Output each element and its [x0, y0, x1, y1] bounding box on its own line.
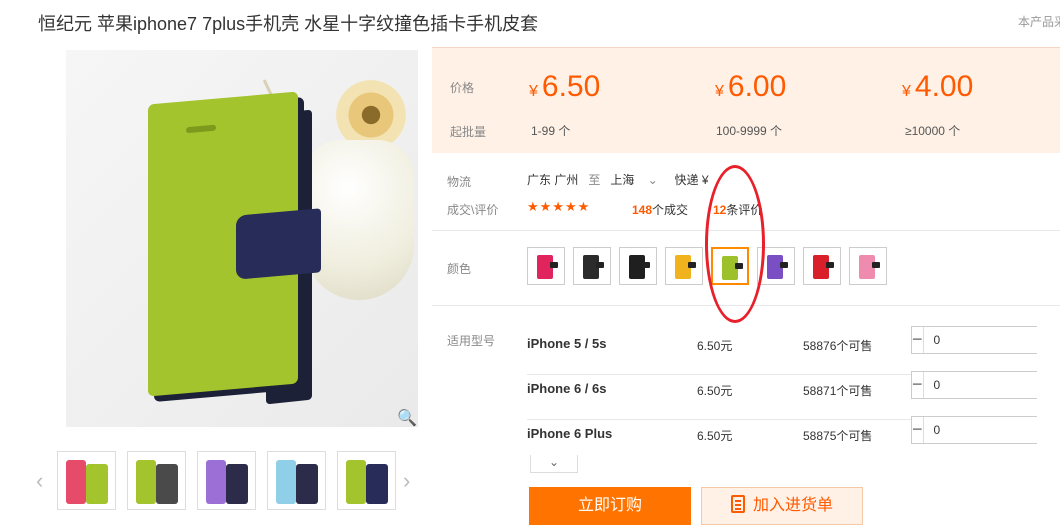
model-stock: 58871个可售	[803, 384, 873, 398]
thumbnail-case	[66, 460, 86, 504]
expand-models-button[interactable]: ⌄	[530, 455, 578, 473]
swatch-strap	[872, 262, 880, 268]
thumbnail-case	[276, 460, 296, 504]
swatch-strap	[550, 262, 558, 268]
qty-tier-2: 100-9999 个	[716, 124, 783, 138]
product-title: 恒纪元 苹果iphone7 7plus手机壳 水星十字纹撞色插卡手机皮套	[38, 14, 539, 34]
color-swatch[interactable]	[527, 247, 565, 285]
qty-tier-3: ≥10000 个	[905, 124, 961, 138]
divider	[432, 305, 1060, 306]
minus-icon[interactable]: −	[912, 327, 924, 353]
zoom-icon[interactable]: 🔍	[397, 408, 417, 428]
color-swatch[interactable]	[803, 247, 841, 285]
review-count[interactable]: 12条评价	[713, 201, 762, 218]
price-panel: 价格 起批量 ¥6.50 ¥6.00 ¥4.00 1-99 个 100-9999…	[432, 47, 1060, 153]
quantity-stepper[interactable]: −+	[911, 416, 1060, 444]
swatch-strap	[642, 262, 650, 268]
corner-note: 本产品采	[1018, 15, 1060, 29]
quantity-input[interactable]	[923, 372, 1060, 398]
thumbnail[interactable]	[127, 451, 186, 510]
color-swatch[interactable]	[573, 247, 611, 285]
thumbnail[interactable]	[337, 451, 396, 510]
minus-icon[interactable]: −	[912, 372, 924, 398]
moq-label: 起批量	[450, 125, 487, 139]
model-label: 适用型号	[447, 334, 496, 348]
ship-to-word: 至	[588, 173, 601, 187]
swatch-strap	[688, 262, 696, 268]
thumbnail-case	[136, 460, 156, 504]
model-price: 6.50元	[697, 429, 733, 443]
thumbnail-case	[226, 464, 248, 504]
buy-now-button[interactable]: 立即订购	[529, 487, 691, 525]
color-swatch[interactable]	[619, 247, 657, 285]
swatch-strap	[780, 262, 788, 268]
ship-to-select[interactable]: 上海	[610, 173, 634, 187]
model-price: 6.50元	[697, 339, 733, 353]
rating-stars: ★★★★★	[527, 199, 591, 214]
minus-icon[interactable]: −	[912, 417, 924, 443]
annotation-oval	[705, 165, 765, 323]
quantity-stepper[interactable]: −+	[911, 371, 1060, 399]
model-row: iPhone 6 Plus 6.50元 58875个可售 −+	[527, 416, 1060, 465]
price-label: 价格	[450, 81, 475, 95]
quantity-stepper[interactable]: −+	[911, 326, 1060, 354]
thumbnail-prev-icon[interactable]: ‹	[36, 468, 43, 494]
qty-tier-1: 1-99 个	[531, 124, 571, 138]
deals-label: 成交\评价	[447, 203, 499, 217]
color-swatch[interactable]	[665, 247, 703, 285]
thumbnail-case	[346, 460, 366, 504]
thumbnail[interactable]	[57, 451, 116, 510]
shipping-method: 快递	[674, 173, 699, 187]
thumbnail[interactable]	[197, 451, 256, 510]
model-name: iPhone 5 / 5s	[527, 336, 607, 351]
model-price: 6.50元	[697, 384, 733, 398]
thumbnail-next-icon[interactable]: ›	[403, 468, 410, 494]
color-swatch[interactable]	[711, 247, 749, 285]
thumbnail-case	[296, 464, 318, 504]
color-swatch[interactable]	[849, 247, 887, 285]
main-product-image[interactable]	[66, 50, 418, 427]
model-stock: 58875个可售	[803, 429, 873, 443]
quantity-input[interactable]	[923, 417, 1060, 443]
clipboard-icon	[730, 495, 745, 513]
deal-count[interactable]: 148个成交	[632, 201, 688, 218]
add-to-list-button[interactable]: 加入进货单	[701, 487, 863, 525]
divider	[432, 230, 1060, 231]
color-swatch[interactable]	[757, 247, 795, 285]
thumbnail[interactable]	[267, 451, 326, 510]
swatch-strap	[596, 262, 604, 268]
thumbnail-case	[86, 464, 108, 504]
quantity-input[interactable]	[923, 327, 1060, 353]
thumbnail-case	[156, 464, 178, 504]
case-strap	[236, 208, 321, 280]
model-name: iPhone 6 Plus	[527, 426, 613, 441]
thumbnail-case	[206, 460, 226, 504]
price-tier-2: ¥6.00	[715, 70, 787, 103]
price-tier-1: ¥6.50	[529, 70, 601, 103]
thumbnail-case	[366, 464, 388, 504]
model-stock: 58876个可售	[803, 339, 873, 353]
logistics-label: 物流	[447, 175, 472, 189]
chevron-down-icon[interactable]: ⌄	[648, 173, 658, 187]
swatch-strap	[735, 263, 743, 269]
price-tier-3: ¥4.00	[902, 70, 974, 103]
shipping-fee: ¥	[701, 173, 709, 187]
model-row: iPhone 6 / 6s 6.50元 58871个可售 −+	[527, 371, 1060, 420]
model-row: iPhone 5 / 5s 6.50元 58876个可售 −+	[527, 326, 1060, 375]
color-label: 颜色	[447, 262, 472, 276]
ship-from: 广东 广州	[527, 173, 579, 187]
model-name: iPhone 6 / 6s	[527, 381, 607, 396]
logistics-info: 广东 广州 至 上海 ⌄ 快递 ¥	[527, 171, 709, 188]
swatch-strap	[826, 262, 834, 268]
